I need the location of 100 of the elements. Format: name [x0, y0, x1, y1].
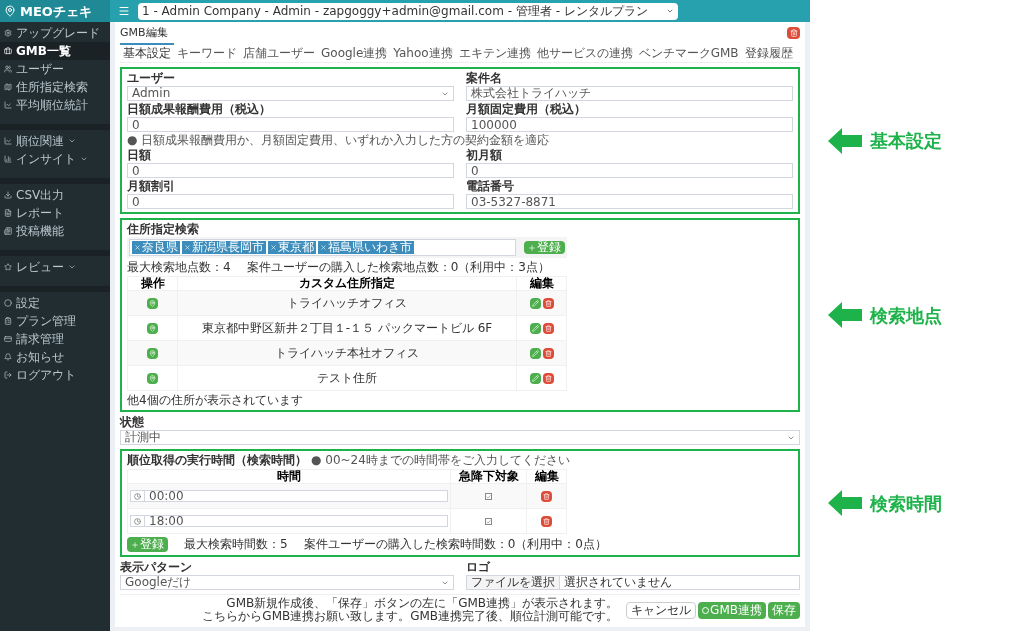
document-icon [4, 209, 12, 217]
field-label: 状態 [120, 416, 145, 429]
select-field[interactable]: Googleだけ [120, 575, 454, 590]
location-tag[interactable]: 東京都 [268, 241, 316, 254]
input-field[interactable]: 0 [127, 163, 454, 178]
delete-button[interactable] [542, 323, 554, 334]
delete-button[interactable] [541, 516, 552, 527]
card-title: GMB編集 [120, 27, 168, 39]
delete-button[interactable] [542, 373, 554, 384]
sidebar-item[interactable]: アップグレード [0, 24, 110, 42]
checkbox[interactable] [485, 518, 492, 525]
sidebar-item[interactable]: 設定 [0, 294, 110, 312]
column-header: 急降下対象 [450, 469, 527, 484]
delete-button[interactable] [542, 298, 554, 309]
input-field[interactable]: 0 [466, 163, 793, 178]
select-field[interactable]: Admin [127, 86, 454, 101]
tab[interactable]: エキテン連携 [455, 43, 534, 62]
tab[interactable]: 登録履歴 [741, 43, 796, 62]
input-field[interactable]: 0 [127, 194, 454, 209]
users-icon [4, 65, 12, 73]
sidebar-item[interactable]: レビュー [0, 258, 110, 276]
sidebar-item[interactable]: 請求管理 [0, 330, 110, 348]
cancel-button[interactable]: キャンセル [626, 601, 697, 619]
time-field[interactable]: 18:00 [130, 515, 448, 527]
download-icon [4, 191, 12, 199]
pin-button[interactable] [147, 323, 158, 334]
location-tag[interactable]: 福島県いわき市 [318, 241, 414, 254]
line-chart-icon [4, 137, 12, 145]
table-cell: 東京都中野区新井２丁目１-１５ パックマートビル 6F [177, 315, 517, 341]
edit-button[interactable] [529, 298, 541, 309]
delete-button[interactable] [787, 27, 800, 39]
logout-icon [4, 371, 12, 379]
tab[interactable]: 基本設定 [120, 43, 174, 62]
field-label: 順位取得の実行時間（検索時間） [127, 454, 307, 467]
choose-file-button[interactable]: ファイルを選択 [467, 576, 560, 589]
sidebar-item[interactable]: GMB一覧 [0, 42, 110, 60]
dot-icon [4, 299, 12, 307]
time-field[interactable]: 00:00 [130, 490, 448, 502]
account-select[interactable]: 1 - Admin Company - Admin - zapgoggy+admin@gmail.com - 管理者 - レンタルプラン [138, 2, 678, 20]
tab[interactable]: Google連携 [318, 43, 391, 62]
location-tag[interactable]: 奈良県 [132, 241, 180, 254]
field-label: 初月額 [466, 149, 503, 162]
info-text: 最大検索時間数：5 [184, 538, 288, 551]
column-header: 編集 [516, 276, 567, 291]
tab[interactable]: 他サービスの連携 [533, 43, 636, 62]
table-cell: トライハッチ本社オフィス [177, 340, 517, 366]
sidebar-item[interactable]: お知らせ [0, 348, 110, 366]
pin-button[interactable] [147, 298, 158, 309]
file-input[interactable]: ファイルを選択 選択されていません [466, 575, 800, 590]
menu-icon[interactable] [118, 5, 130, 17]
sidebar-item[interactable]: 順位関連 [0, 132, 110, 150]
sidebar-item[interactable]: ユーザー [0, 60, 110, 78]
bar-chart-icon [4, 155, 12, 163]
hint-text: ● 00~24時までの時間帯をご入力してください [311, 454, 570, 467]
input-field[interactable]: 株式会社トライハッチ [466, 86, 793, 101]
arrow-left-icon [828, 490, 862, 516]
tab[interactable]: キーワード [174, 43, 240, 62]
input-field[interactable]: 03-5327-8871 [466, 194, 793, 209]
delete-button[interactable] [541, 491, 552, 502]
tab[interactable]: Yahoo連携 [390, 43, 456, 62]
field-label: 電話番号 [466, 180, 515, 193]
select-field[interactable]: 計測中 [120, 430, 800, 445]
location-tag[interactable]: 新潟県長岡市 [182, 241, 266, 254]
sidebar-item[interactable]: ログアウト [0, 366, 110, 384]
sidebar-item[interactable]: CSV出力 [0, 186, 110, 204]
clock-icon [134, 492, 141, 500]
info-text: 案件ユーザーの購入した検索地点数：0（利用中：3点） [246, 261, 550, 274]
edit-button[interactable] [529, 323, 541, 334]
pencil-icon [531, 350, 539, 357]
trash-icon [543, 518, 550, 525]
pin-button[interactable] [147, 348, 158, 359]
clipboard-icon [4, 317, 12, 325]
sidebar-item[interactable]: 住所指定検索 [0, 78, 110, 96]
table-cell: トライハッチオフィス [177, 290, 517, 316]
field-label: ユーザー [127, 72, 176, 85]
sidebar-item[interactable]: プラン管理 [0, 312, 110, 330]
pin-button[interactable] [147, 373, 158, 384]
column-header: 時間 [127, 469, 451, 484]
tab[interactable]: ベンチマークGMB [635, 43, 742, 62]
remove-icon[interactable] [320, 244, 327, 251]
checkbox[interactable] [485, 493, 492, 500]
column-header: 編集 [526, 469, 567, 484]
sidebar-item[interactable]: 投稿機能 [0, 222, 110, 240]
input-field[interactable]: 0 [127, 117, 454, 132]
field-label: ロゴ [466, 561, 491, 574]
sidebar-item[interactable]: インサイト [0, 150, 110, 168]
sidebar-item[interactable]: 平均順位統計 [0, 96, 110, 114]
remove-icon[interactable] [134, 244, 141, 251]
sidebar-item[interactable]: レポート [0, 204, 110, 222]
trash-icon [544, 300, 552, 307]
tag-input[interactable]: 奈良県 新潟県長岡市 東京都 福島県いわき市 [129, 239, 516, 256]
info-text: 最大検索地点数：4 [127, 261, 231, 274]
input-field[interactable]: 100000 [466, 117, 793, 132]
map-pin-icon [4, 5, 16, 17]
edit-button[interactable] [529, 373, 541, 384]
tab[interactable]: 店舗ユーザー [240, 43, 318, 62]
remove-icon[interactable] [270, 244, 277, 251]
remove-icon[interactable] [184, 244, 191, 251]
delete-button[interactable] [542, 348, 554, 359]
edit-button[interactable] [529, 348, 541, 359]
